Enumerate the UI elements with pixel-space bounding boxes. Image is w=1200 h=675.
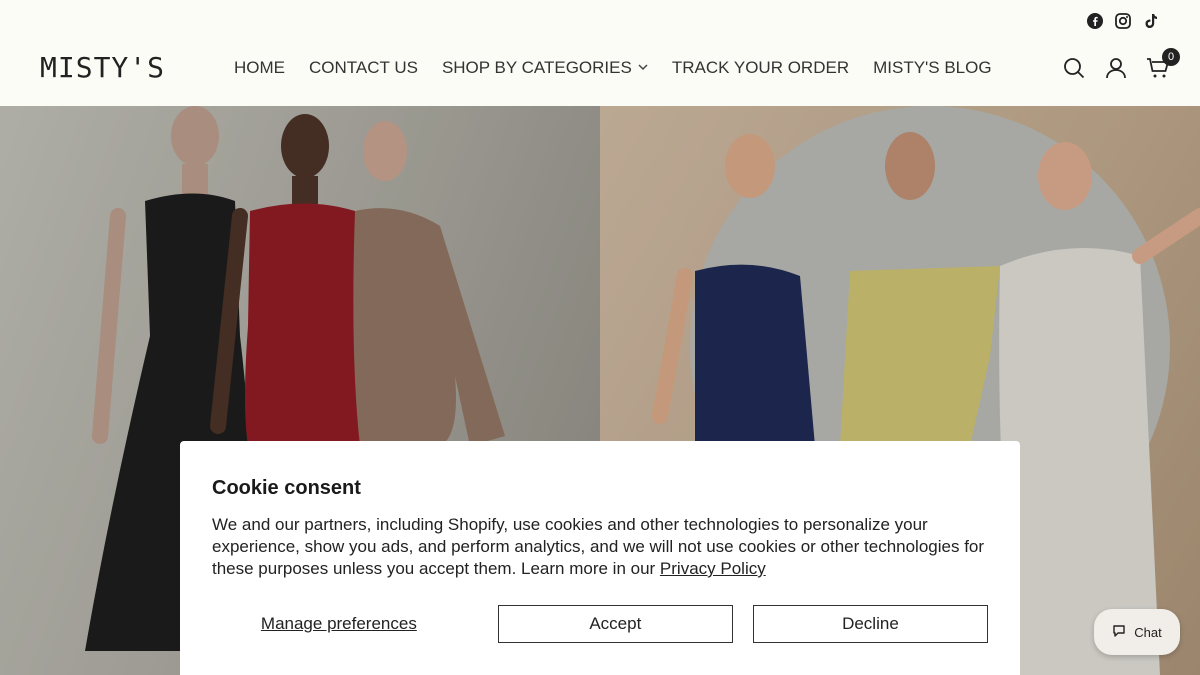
manage-preferences-link[interactable]: Manage preferences [212,614,466,634]
site-logo[interactable]: MISTY'S [40,51,165,84]
cookie-body-text: We and our partners, including Shopify, … [212,515,985,578]
main-nav: HOME CONTACT US SHOP BY CATEGORIES TRACK… [234,58,992,78]
accept-button[interactable]: Accept [497,605,733,643]
nav-home[interactable]: HOME [234,58,285,78]
cookie-body: We and our partners, including Shopify, … [212,514,992,580]
cart-count-badge: 0 [1162,48,1180,66]
nav-home-label: HOME [234,58,285,77]
account-icon[interactable] [1104,56,1128,80]
facebook-icon[interactable] [1086,12,1104,30]
social-links [1086,12,1160,30]
cookie-title: Cookie consent [212,477,361,499]
nav-contact-label: CONTACT US [309,58,418,77]
search-icon[interactable] [1062,56,1086,80]
privacy-policy-link[interactable]: Privacy Policy [660,559,766,578]
chat-label: Chat [1134,624,1162,640]
nav-blog-label: MISTY'S BLOG [873,58,992,77]
chevron-down-icon [638,63,648,74]
cart-icon[interactable]: 0 [1146,48,1180,80]
decline-button[interactable]: Decline [752,605,988,643]
cookie-actions: Manage preferences Accept Decline [212,605,988,643]
chat-button[interactable]: Chat [1094,609,1180,655]
nav-contact-us[interactable]: CONTACT US [309,58,418,78]
instagram-icon[interactable] [1114,12,1132,30]
tiktok-icon[interactable] [1142,12,1160,30]
site-header: MISTY'S HOME CONTACT US SHOP BY CATEGORI… [0,0,1200,106]
nav-track-your-order[interactable]: TRACK YOUR ORDER [672,58,849,78]
nav-track-label: TRACK YOUR ORDER [671,58,850,77]
chat-bubble-icon [1112,624,1126,641]
nav-shop-by-categories[interactable]: SHOP BY CATEGORIES [442,58,648,78]
nav-mistys-blog[interactable]: MISTY'S BLOG [873,58,992,78]
nav-shop-label: SHOP BY CATEGORIES [441,58,632,77]
header-actions: 0 [1062,48,1180,80]
cookie-consent-dialog: Cookie consent We and our partners, incl… [180,441,1020,675]
